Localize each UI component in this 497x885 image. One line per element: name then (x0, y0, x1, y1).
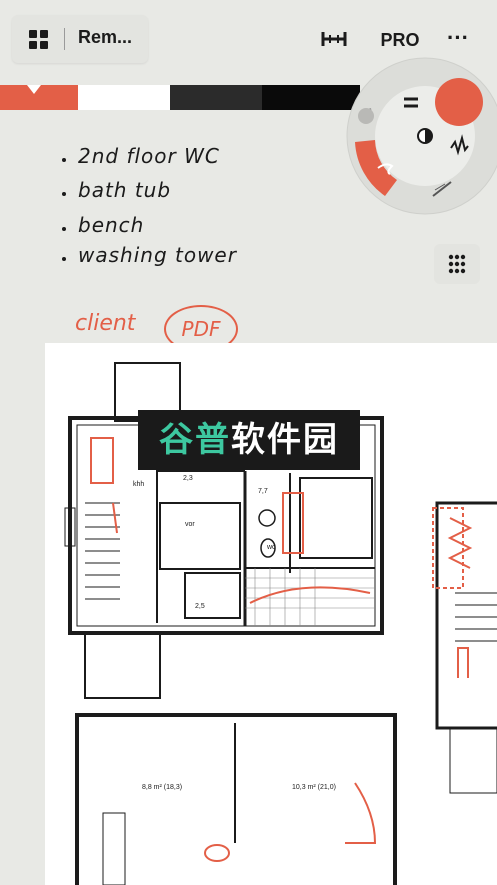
swatch-white[interactable] (78, 85, 170, 110)
toolbar-divider (64, 28, 65, 50)
app-grid-button[interactable] (434, 244, 480, 284)
opacity-control[interactable] (417, 128, 433, 144)
selected-swatch-indicator (27, 85, 41, 94)
watermark-part-b: 软件园 (231, 421, 339, 459)
plan-label: wc (266, 544, 276, 551)
drawing-canvas[interactable]: Rem... PRO ··· 2nd floor WC bath tub ben… (0, 0, 497, 885)
tool-wheel[interactable] (341, 56, 497, 216)
plan-label: khh (133, 481, 144, 488)
note-item: 2nd floor WC (78, 144, 220, 168)
watermark-part-a: 谷普 (159, 421, 231, 459)
bullet-dot (62, 227, 66, 231)
plan-label: vor (185, 521, 195, 528)
client-label: client (75, 311, 136, 336)
bullet-dot (62, 192, 66, 196)
watermark-text: 谷普软件园 (138, 410, 360, 470)
grid-menu-icon (29, 30, 49, 50)
active-color-indicator[interactable] (435, 78, 483, 126)
plan-label: 2,3 (183, 475, 193, 482)
note-item: bath tub (78, 178, 172, 202)
plan-label: 7,7 (258, 488, 268, 495)
swatch-dark-gray[interactable] (170, 85, 262, 110)
grid-dots-icon (448, 254, 466, 274)
color-palette (0, 85, 360, 110)
plan-label: 10,3 m² (21,0) (292, 784, 336, 791)
plan-label: 2,5 (195, 603, 205, 610)
pencil-tool[interactable] (358, 108, 374, 124)
gallery-button[interactable]: Rem... (12, 15, 148, 63)
bullet-dot (62, 158, 66, 162)
bullet-dot (62, 257, 66, 261)
watermark-banner: 谷普软件园 (138, 410, 360, 470)
swatch-red[interactable] (0, 85, 78, 110)
document-title[interactable]: Rem... (78, 27, 132, 48)
note-item: washing tower (78, 243, 237, 267)
note-item: bench (78, 213, 145, 237)
plan-label: 8,8 m² (18,3) (142, 784, 182, 791)
